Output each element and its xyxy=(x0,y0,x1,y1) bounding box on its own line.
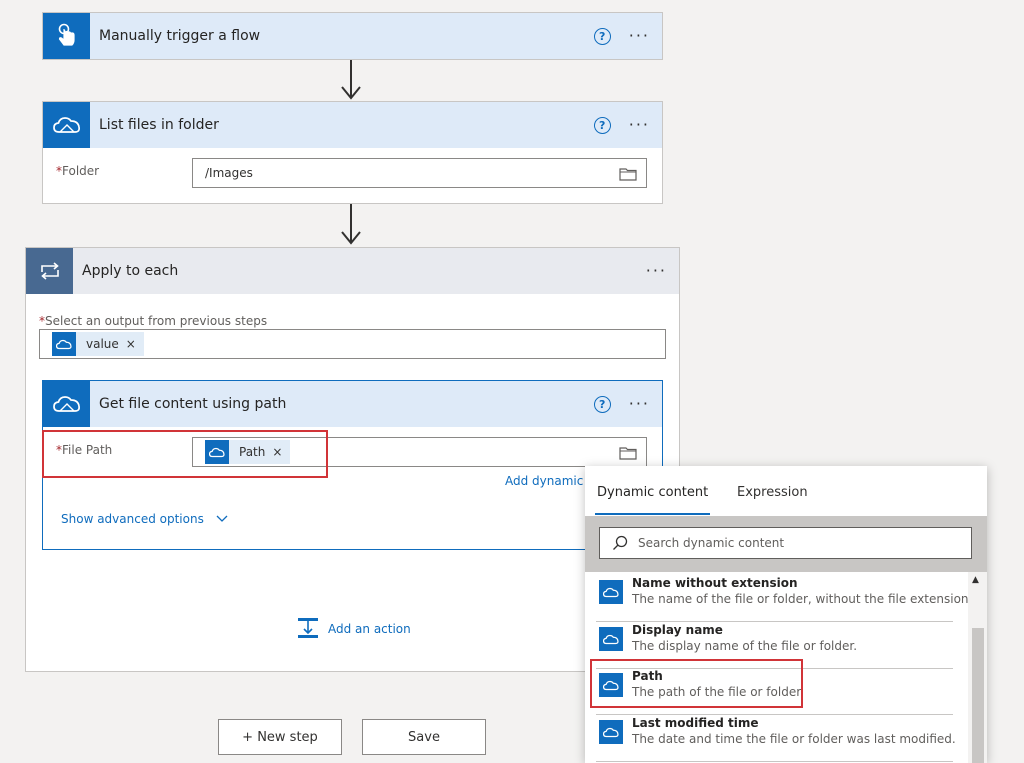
save-button[interactable]: Save xyxy=(362,719,486,755)
list-files-title: List files in folder xyxy=(99,117,219,133)
folder-label: *Folder xyxy=(56,164,100,178)
remove-token-icon[interactable]: × xyxy=(126,337,136,351)
list-files-card[interactable]: List files in folder ? ··· *Folder /Imag… xyxy=(42,101,663,204)
search-icon xyxy=(613,535,628,550)
help-icon[interactable]: ? xyxy=(593,27,611,45)
active-tab-indicator xyxy=(595,513,710,515)
list-files-header[interactable]: List files in folder ? ··· xyxy=(43,102,662,148)
item-description: The display name of the file or folder. xyxy=(632,639,858,653)
item-description: The name of the file or folder, without … xyxy=(632,592,973,606)
divider xyxy=(596,714,953,715)
onedrive-icon xyxy=(599,720,623,744)
scroll-thumb[interactable] xyxy=(972,628,984,763)
item-name: Name without extension xyxy=(632,576,798,590)
item-description: The date and time the file or folder was… xyxy=(632,732,956,746)
apply-to-each-header[interactable]: Apply to each ··· xyxy=(26,248,679,294)
value-token[interactable]: value × xyxy=(52,332,144,356)
tab-dynamic-content[interactable]: Dynamic content xyxy=(597,485,708,500)
get-file-content-header[interactable]: Get file content using path ? ··· xyxy=(43,381,662,427)
onedrive-icon xyxy=(52,332,76,356)
item-name: Display name xyxy=(632,623,723,637)
new-step-button[interactable]: + New step xyxy=(218,719,342,755)
onedrive-icon xyxy=(43,381,90,427)
folder-value: /Images xyxy=(205,166,253,180)
more-options-icon[interactable]: ··· xyxy=(629,117,650,133)
item-name: Last modified time xyxy=(632,716,759,730)
trigger-card[interactable]: Manually trigger a flow ? ··· xyxy=(42,12,663,60)
chevron-down-icon xyxy=(216,515,228,522)
search-placeholder: Search dynamic content xyxy=(638,536,785,550)
tab-expression[interactable]: Expression xyxy=(737,485,808,500)
scroll-up-icon[interactable]: ▲ xyxy=(972,575,979,585)
divider xyxy=(596,761,953,762)
list-item[interactable]: Name without extension The name of the f… xyxy=(596,576,972,622)
arrow-head-icon xyxy=(341,86,361,100)
trigger-title: Manually trigger a flow xyxy=(99,28,261,44)
more-options-icon[interactable]: ··· xyxy=(629,396,650,412)
folder-picker-icon[interactable] xyxy=(619,446,637,460)
dynamic-content-panel[interactable]: Dynamic content Expression Search dynami… xyxy=(585,466,987,763)
onedrive-icon xyxy=(599,627,623,651)
loop-icon xyxy=(26,248,73,294)
get-file-content-title: Get file content using path xyxy=(99,396,287,412)
add-dynamic-content-link[interactable]: Add dynamic xyxy=(505,474,583,488)
trigger-header[interactable]: Manually trigger a flow ? ··· xyxy=(43,13,662,59)
more-options-icon[interactable]: ··· xyxy=(646,263,667,279)
add-action-link[interactable]: Add an action xyxy=(328,622,411,636)
more-options-icon[interactable]: ··· xyxy=(629,28,650,44)
search-dynamic-input[interactable]: Search dynamic content xyxy=(599,527,972,559)
select-output-input[interactable]: value × xyxy=(39,329,666,359)
onedrive-icon xyxy=(43,102,90,148)
highlight-box xyxy=(590,659,803,708)
add-action-icon[interactable] xyxy=(297,617,319,639)
arrow-head-icon xyxy=(341,231,361,245)
scrollbar[interactable]: ▲ xyxy=(968,572,987,763)
onedrive-icon xyxy=(599,580,623,604)
panel-tabs: Dynamic content Expression xyxy=(585,466,987,516)
help-icon[interactable]: ? xyxy=(593,395,611,413)
folder-input[interactable]: /Images xyxy=(192,158,647,188)
folder-picker-icon[interactable] xyxy=(619,167,637,181)
hand-touch-icon xyxy=(43,13,90,59)
apply-to-each-title: Apply to each xyxy=(82,263,179,279)
divider xyxy=(596,621,953,622)
value-token-label: value xyxy=(86,337,119,351)
list-item[interactable]: Last modified time The date and time the… xyxy=(596,716,956,762)
search-strip: Search dynamic content xyxy=(585,516,987,572)
select-output-label: *Select an output from previous steps xyxy=(39,314,268,328)
show-advanced-options-link[interactable]: Show advanced options xyxy=(61,512,228,526)
highlight-box xyxy=(42,430,328,478)
help-icon[interactable]: ? xyxy=(593,116,611,134)
